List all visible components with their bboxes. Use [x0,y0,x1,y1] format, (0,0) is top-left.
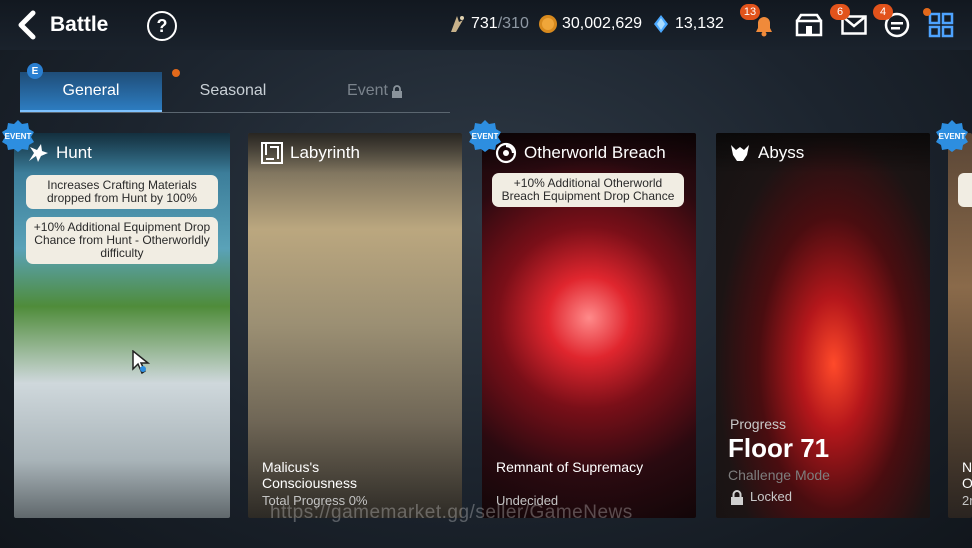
partial-line2: O [962,475,972,491]
breach-event-label: EVENT [472,132,499,141]
mail-badge: 6 [830,4,850,20]
battle-tabs: E General Seasonal Event [20,63,450,113]
labyrinth-header: Labyrinth [248,133,462,173]
general-e-badge: E [27,63,43,79]
partial-line1: N [962,459,972,475]
stamina-max: /310 [497,15,529,32]
abyss-title: Abyss [758,143,805,162]
shop-icon [795,13,823,37]
gold-coin-icon [539,15,557,33]
gold-resource[interactable]: 30,002,629 [538,14,642,34]
labyrinth-name: Malicus's Consciousness [262,459,357,491]
hunt-event-label: EVENT [5,132,32,141]
tab-event-label: Event [347,82,388,99]
partial-line3: 2r [962,493,972,508]
stamina-icon [451,16,464,32]
abyss-locked-status: Locked [730,489,792,505]
tab-seasonal[interactable]: Seasonal [162,69,304,110]
hunt-title: Hunt [56,143,92,162]
mail-button[interactable]: 6 [830,4,870,40]
watermark-text: https://gamemarket.gg/seller/GameNews [270,502,633,523]
chat-button[interactable]: 4 [873,4,913,40]
abyss-locked-label: Locked [750,489,792,504]
tab-event[interactable]: Event [304,72,446,110]
hunt-bonus-crafting: Increases Crafting Materials dropped fro… [26,175,218,209]
hunt-bonus-equipment: +10% Additional Equipment Drop Chance fr… [26,217,218,264]
tab-general-label: General [62,82,120,99]
abyss-mode: Challenge Mode [728,467,830,483]
notifications-badge: 13 [740,4,760,20]
stamina-resource[interactable]: 731/310 [447,14,529,34]
back-button[interactable] [12,8,42,42]
abyss-card[interactable]: Abyss Progress Floor 71 Challenge Mode L… [716,133,930,518]
mouse-cursor-icon [132,350,150,374]
help-icon: ? [156,15,168,36]
hunt-event-badge: EVENT [1,119,35,153]
notifications-button[interactable]: 13 [740,4,780,40]
chat-badge: 4 [873,4,893,20]
help-button[interactable]: ? [147,11,177,41]
stamina-value: 731 [471,15,498,32]
menu-button[interactable] [923,8,957,40]
top-bar: Battle ? 731/310 30,002,629 13,132 13 6 … [0,0,972,50]
skystone-icon [654,15,668,33]
abyss-header: Abyss [716,133,930,173]
partial-event-badge: EVENT [935,119,969,153]
breach-card[interactable]: Otherworld Breach +10% Additional Otherw… [482,133,696,518]
abyss-demon-icon [731,145,749,161]
tab-seasonal-label: Seasonal [199,82,267,99]
abyss-floor: Floor 71 [728,433,830,463]
partial-event-label: EVENT [939,132,966,141]
breach-title: Otherworld Breach [524,143,666,162]
partial-info-box [958,173,972,207]
tab-general[interactable]: E General [20,63,162,112]
breach-header: Otherworld Breach [482,133,696,173]
grid-menu-icon [928,12,954,38]
labyrinth-title: Labyrinth [290,143,360,162]
back-arrow-icon [18,10,36,40]
breach-event-badge: EVENT [468,119,502,153]
skystone-value: 13,132 [675,15,724,32]
abyss-lock-icon [731,489,743,505]
skystone-resource[interactable]: 13,132 [651,14,724,34]
hunt-header: Hunt [14,133,230,173]
seasonal-dot [172,69,180,77]
hunt-card[interactable]: Hunt Increases Crafting Materials droppe… [14,133,230,518]
labyrinth-maze-icon [261,142,283,164]
breach-name: Remnant of Supremacy [496,459,644,475]
lock-icon [391,84,402,98]
shop-button[interactable] [793,10,825,40]
menu-dot [923,8,931,16]
page-title: Battle [50,13,109,36]
labyrinth-card[interactable]: Labyrinth Malicus's Consciousness Total … [248,133,462,518]
next-card-partial[interactable]: N O 2r [948,133,972,518]
breach-bonus-equipment: +10% Additional Otherworld Breach Equipm… [492,173,684,207]
abyss-progress-label: Progress [730,416,787,432]
gold-value: 30,002,629 [562,15,643,32]
